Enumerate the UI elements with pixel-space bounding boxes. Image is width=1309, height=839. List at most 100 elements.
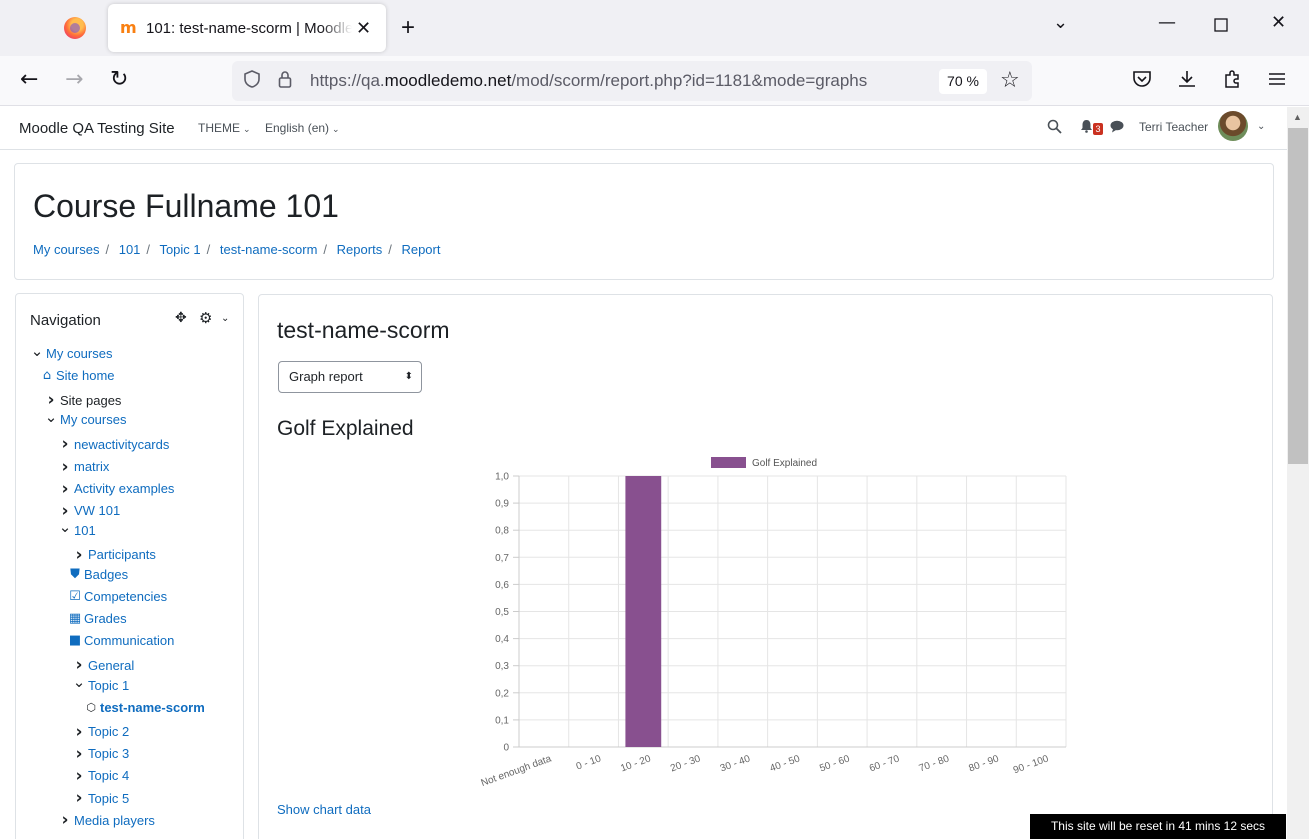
home-icon: ⌂	[42, 368, 52, 384]
y-tick-label: 0,2	[495, 688, 509, 699]
chevron-down-icon: ⌄	[44, 407, 58, 426]
gear-icon[interactable]: ⚙	[199, 309, 212, 327]
nav-tree-item[interactable]: › Topic 3	[72, 744, 129, 764]
chevron-right-icon: ›	[75, 544, 83, 565]
url-bar[interactable]: https://qa.moodledemo.net/mod/scorm/repo…	[232, 61, 1032, 101]
nav-tree-item-label: My courses	[46, 346, 113, 361]
star-bookmark-icon[interactable]: ☆	[1000, 68, 1020, 93]
nav-tree-item[interactable]: › Media players	[58, 810, 154, 830]
move-icon[interactable]: ✥	[175, 310, 187, 326]
browser-tab[interactable]: m 101: test-name-scorm | Moodle ✕	[108, 4, 386, 52]
url-text[interactable]: https://qa.moodledemo.net/mod/scorm/repo…	[310, 71, 867, 91]
nav-tree-item[interactable]: › matrix	[58, 457, 109, 477]
nav-tree-item-label: General	[88, 657, 135, 673]
close-tab-icon[interactable]: ✕	[356, 18, 371, 39]
breadcrumb-101[interactable]: 101	[119, 242, 141, 257]
x-tick-label: 10 - 20	[619, 753, 652, 774]
y-tick-label: 0,3	[495, 661, 509, 672]
nav-tree-item[interactable]: › Topic 2	[72, 722, 129, 742]
nav-tree-item[interactable]: › Topic 5	[72, 788, 129, 808]
breadcrumb-my-courses[interactable]: My courses	[33, 242, 99, 257]
site-name-link[interactable]: Moodle QA Testing Site	[19, 120, 175, 137]
chevron-right-icon: ›	[61, 434, 69, 455]
chevron-right-icon: ›	[75, 721, 83, 742]
nav-tree-item[interactable]: ⌄ My courses	[44, 408, 127, 428]
pocket-icon[interactable]	[1132, 69, 1152, 96]
legend-label: Golf Explained	[752, 458, 817, 469]
zoom-level[interactable]: 70 %	[939, 69, 987, 94]
graph-report-chart: Golf Explained 0 0,1 0,2 0,3 0,4 0,5 0,6 0,7 0,8 0…	[480, 457, 1067, 789]
tab-title: 101: test-name-scorm | Moodle	[146, 19, 352, 37]
user-name[interactable]: Terri Teacher	[1139, 120, 1208, 134]
search-icon[interactable]	[1047, 119, 1062, 138]
x-tick-label: 80 - 90	[967, 753, 1000, 774]
y-tick-label: 0,1	[495, 715, 509, 726]
chevron-right-icon: ›	[75, 788, 83, 808]
new-tab-plus-icon[interactable]: +	[401, 14, 415, 42]
nav-tree-item[interactable]: ■ Communication	[68, 633, 174, 648]
nav-tree-item[interactable]: ☑ Competencies	[68, 589, 167, 604]
extensions-icon[interactable]	[1222, 69, 1242, 96]
nav-tree-item[interactable]: ⌄ Topic 1	[72, 673, 130, 693]
report-select-value: Graph report	[289, 369, 363, 384]
y-tick-label: 0,9	[495, 499, 509, 510]
breadcrumb-report[interactable]: Report	[401, 242, 440, 257]
scroll-up-arrow-icon[interactable]: ▲	[1293, 112, 1302, 122]
browser-tab-bar: m 101: test-name-scorm | Moodle ✕ + ⌄ — …	[0, 0, 1309, 56]
nav-tree-item[interactable]: › newactivitycards	[58, 434, 169, 454]
close-window-icon[interactable]: ✕	[1271, 12, 1286, 33]
nav-tree-item[interactable]: ⬡ test-name-scorm	[84, 700, 205, 715]
messages-icon[interactable]	[1110, 119, 1124, 137]
forward-icon[interactable]: →	[65, 67, 83, 93]
breadcrumb-reports[interactable]: Reports	[337, 242, 383, 257]
nav-tree-item[interactable]: › Topic 4	[72, 766, 129, 786]
reload-icon[interactable]: ↻	[110, 67, 128, 93]
menu-icon[interactable]	[1268, 69, 1286, 96]
breadcrumb: My courses/ 101/ Topic 1/ test-name-scor…	[33, 242, 441, 257]
breadcrumb-test-name-scorm[interactable]: test-name-scorm	[220, 242, 318, 257]
user-menu-chevron-down-icon[interactable]: ⌄	[1257, 121, 1265, 132]
report-type-select[interactable]: Graph report ⬍	[278, 361, 422, 393]
chevron-down-icon: ⌄	[58, 518, 72, 537]
x-tick-label: 0 - 10	[575, 753, 603, 772]
main-region: test-name-scorm Graph report ⬍ Golf Expl…	[258, 294, 1273, 839]
nav-tree-item[interactable]: › Activity examples	[58, 479, 174, 499]
x-tick-label: 60 - 70	[868, 753, 901, 774]
y-tick-label: 0,4	[495, 634, 509, 645]
nav-tree-item-label: Topic 2	[88, 724, 130, 740]
nav-tree-item[interactable]: ⌄ 101	[58, 518, 96, 538]
nav-tree-item-label: Badges	[84, 567, 129, 582]
x-tick-label: 90 - 100	[1012, 753, 1051, 776]
nav-tree-item-label: Site home	[56, 368, 115, 384]
tab-list-chevron-down-icon[interactable]: ⌄	[1053, 12, 1068, 33]
maximize-icon[interactable]	[1214, 16, 1228, 37]
nav-tree-item[interactable]: ⛊ Badges	[68, 567, 128, 582]
checkbox-icon: ☑	[69, 589, 81, 605]
legend-swatch	[711, 457, 746, 468]
bell-notification-icon[interactable]	[1080, 119, 1093, 137]
block-actions-chevron-down-icon[interactable]: ⌄	[221, 313, 229, 324]
breadcrumb-topic-1[interactable]: Topic 1	[159, 242, 200, 257]
avatar[interactable]	[1218, 111, 1248, 141]
chevron-down-icon: ⌄	[332, 124, 340, 134]
nav-tree-item[interactable]: ▦ Grades	[68, 611, 127, 626]
minimize-icon[interactable]: —	[1158, 12, 1176, 33]
y-tick-label: 1,0	[495, 472, 509, 483]
theme-menu[interactable]: THEME ⌄	[198, 121, 251, 135]
select-updown-icon: ⬍	[404, 371, 413, 382]
square-icon: ■	[68, 633, 82, 649]
shield-icon[interactable]	[244, 70, 260, 93]
language-menu[interactable]: English (en) ⌄	[265, 121, 340, 135]
show-chart-data-link[interactable]: Show chart data	[277, 802, 371, 817]
nav-tree-item[interactable]: ⌂ Site home	[40, 368, 115, 383]
nav-tree-item[interactable]: › Participants	[72, 544, 155, 565]
site-reset-notice: This site will be reset in 41 mins 12 se…	[1030, 814, 1286, 839]
nav-tree-item[interactable]: ⌄ My courses	[30, 342, 113, 362]
back-icon[interactable]: ←	[20, 67, 38, 93]
download-icon[interactable]	[1177, 69, 1197, 96]
nav-tree-item-label: Topic 5	[88, 790, 130, 806]
page-title: Course Fullname 101	[33, 188, 339, 224]
lock-icon[interactable]	[278, 70, 292, 93]
scrollbar-thumb[interactable]	[1288, 128, 1308, 464]
navigation-block-title: Navigation	[30, 312, 101, 329]
